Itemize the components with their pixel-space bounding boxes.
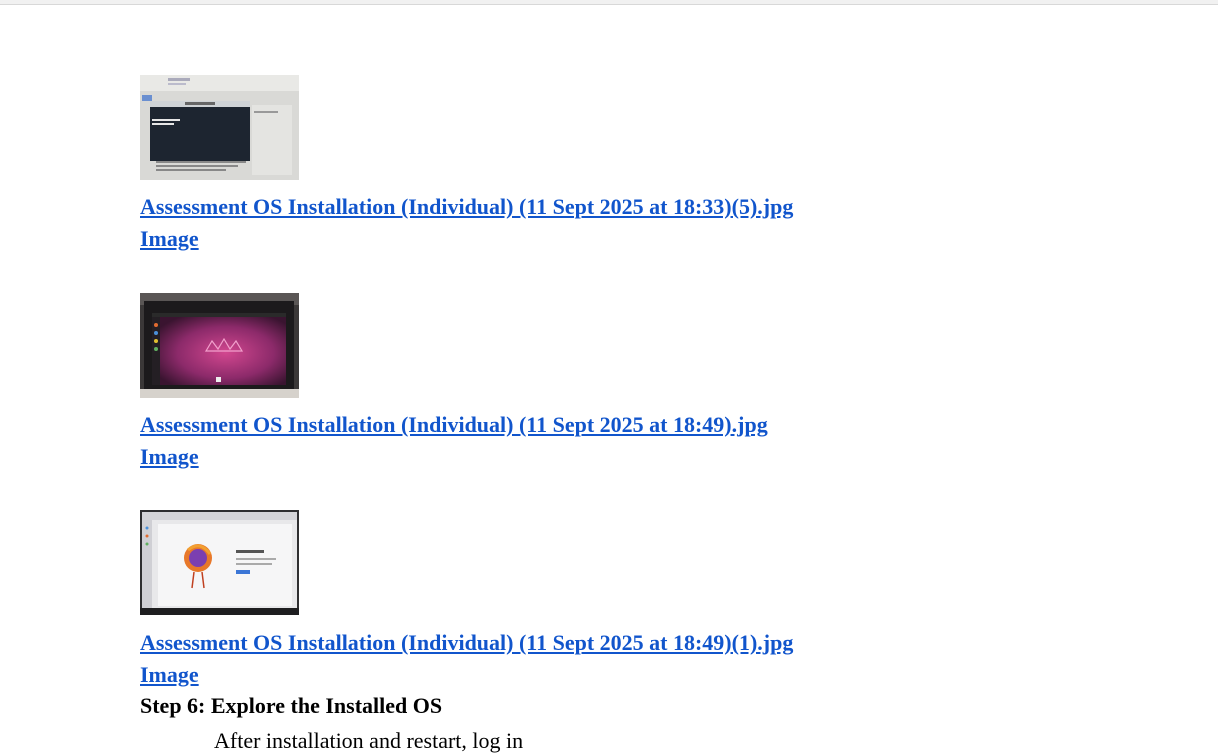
attachment-link-1[interactable]: Assessment OS Installation (Individual) … <box>140 191 793 223</box>
attachment-type-link-2[interactable]: Image <box>140 441 199 472</box>
attachment-type-link-3[interactable]: Image <box>140 659 199 690</box>
firefox-welcome-photo-thumbnail-icon <box>140 510 299 615</box>
top-toolbar-edge <box>0 0 1218 5</box>
attachment-thumbnail-1[interactable] <box>140 75 299 180</box>
section-body-text: After installation and restart, log in <box>214 728 524 753</box>
attachment-link-3[interactable]: Assessment OS Installation (Individual) … <box>140 627 793 659</box>
attachment-thumbnail-3[interactable] <box>140 510 299 615</box>
terminal-screenshot-thumbnail-icon <box>140 75 299 180</box>
section-heading: Step 6: Explore the Installed OS <box>140 693 443 718</box>
ubuntu-desktop-photo-thumbnail-icon <box>140 293 299 398</box>
attachment-type-link-1[interactable]: Image <box>140 223 199 254</box>
attachment-link-2[interactable]: Assessment OS Installation (Individual) … <box>140 409 768 441</box>
attachment-thumbnail-2[interactable] <box>140 293 299 398</box>
